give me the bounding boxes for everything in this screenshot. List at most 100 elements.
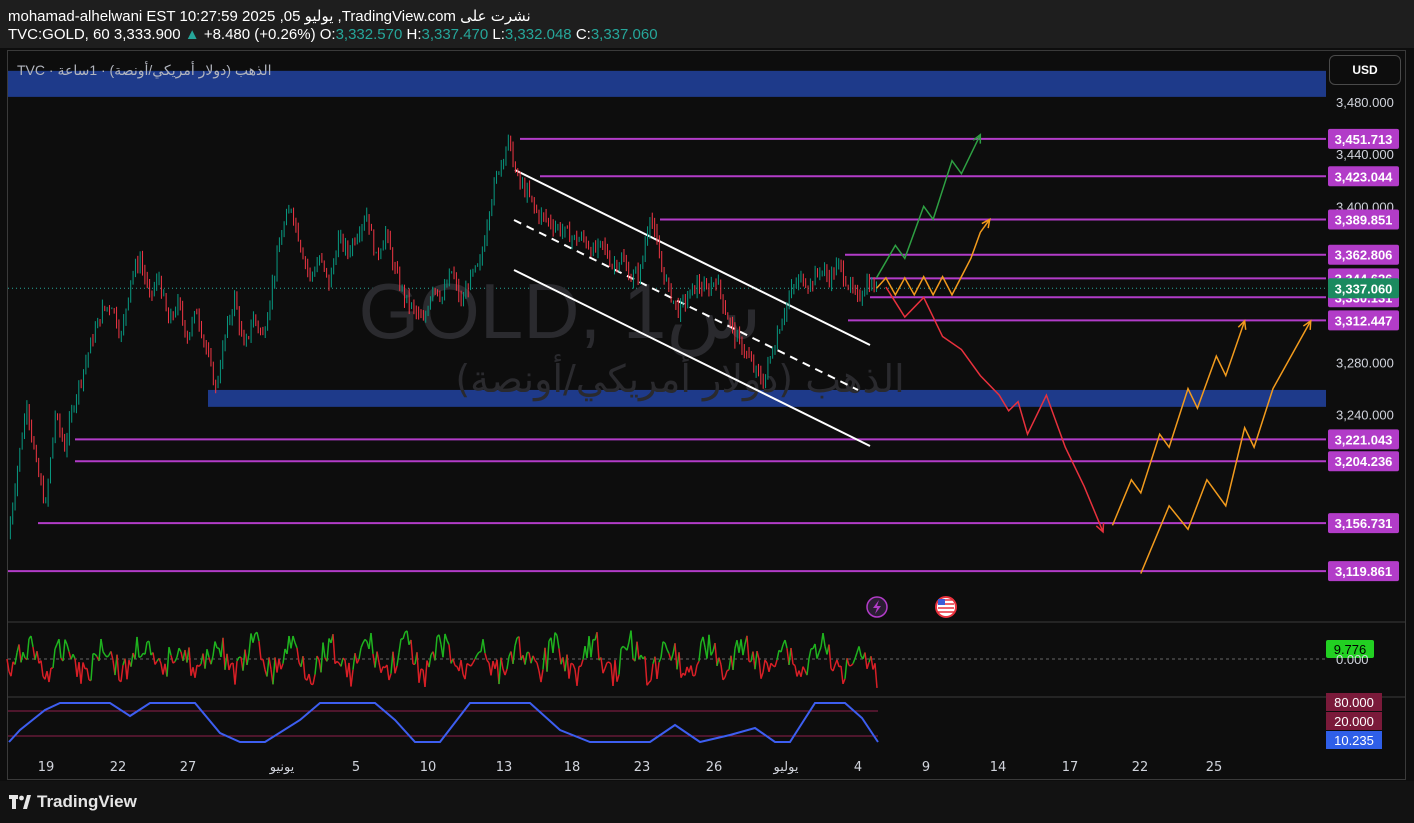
oscillator-segment bbox=[832, 664, 836, 672]
oscillator-segment bbox=[212, 641, 216, 657]
oscillator-segment bbox=[852, 658, 856, 664]
oscillator-segment bbox=[312, 674, 316, 685]
oscillator-segment bbox=[556, 635, 560, 649]
oscillator-segment bbox=[62, 639, 66, 662]
x-axis-tick-label: 17 bbox=[1062, 760, 1079, 775]
oscillator-segment bbox=[394, 665, 398, 674]
oscillator-segment bbox=[126, 660, 130, 680]
symbol-legend[interactable]: TVC · الذهب (دولار أمريكي/أونصة) · 1ساعة bbox=[17, 62, 272, 79]
x-axis-tick-label: يوليو bbox=[773, 760, 799, 775]
oscillator-segment bbox=[760, 672, 764, 679]
oscillator-segment bbox=[506, 656, 510, 670]
currency-button[interactable]: USD bbox=[1329, 55, 1401, 85]
oscillator-segment bbox=[444, 633, 448, 641]
oscillator-segment bbox=[256, 632, 260, 642]
price-chart[interactable]: GOLD, 1سالذهب (دولار أمريكي/أونصة) 3,480… bbox=[0, 0, 1414, 781]
oscillator-segment bbox=[742, 644, 746, 656]
oscillator-segment bbox=[72, 653, 76, 659]
oscillator-segment bbox=[452, 658, 456, 666]
projection-path-orange[interactable] bbox=[1140, 320, 1312, 574]
oscillator-segment bbox=[90, 653, 94, 681]
oscillator-segment bbox=[168, 646, 172, 656]
projection-path-red[interactable] bbox=[885, 286, 1104, 533]
oscillator-segment bbox=[222, 637, 226, 670]
lightning-icon[interactable] bbox=[866, 596, 888, 618]
us-flag-icon[interactable] bbox=[935, 596, 957, 618]
oscillator-segment bbox=[844, 658, 848, 679]
oscillator-segment bbox=[26, 638, 30, 660]
oscillator-segment bbox=[724, 670, 728, 678]
oscillator-segment bbox=[514, 637, 518, 646]
projection-path-orange[interactable] bbox=[875, 218, 991, 297]
x-axis-tick-label: 27 bbox=[180, 760, 197, 775]
oscillator-segment bbox=[358, 647, 362, 660]
oscillator-segment bbox=[534, 659, 538, 664]
oscillator-segment bbox=[446, 640, 450, 645]
oscillator-segment bbox=[658, 657, 662, 663]
oscillator-segment bbox=[512, 645, 516, 664]
oscillator-segment bbox=[474, 654, 478, 660]
oscillator-segment bbox=[20, 652, 24, 663]
oscillator-segment bbox=[136, 636, 140, 658]
oscillator-segment bbox=[770, 662, 774, 667]
oscillator-segment bbox=[354, 653, 358, 664]
projection-path-green[interactable] bbox=[875, 134, 981, 279]
level-price-tag: 3,204.236 bbox=[1335, 454, 1393, 469]
oscillator-segment bbox=[644, 656, 648, 686]
oscillator-segment bbox=[504, 668, 508, 676]
level-price-tag: 3,156.731 bbox=[1335, 516, 1393, 531]
oscillator-segment bbox=[840, 665, 844, 684]
oscillator-segment bbox=[6, 658, 10, 672]
oscillator-segment bbox=[518, 636, 522, 661]
x-axis-tick-label: 5 bbox=[352, 760, 360, 775]
oscillator-segment bbox=[120, 665, 124, 682]
oscillator-segment bbox=[874, 663, 878, 688]
oscillator-segment bbox=[424, 660, 428, 687]
oscillator-segment bbox=[66, 644, 70, 652]
oscillator-segment bbox=[14, 652, 18, 665]
oscillator-segment bbox=[258, 641, 262, 660]
oscillator-segment bbox=[850, 663, 854, 667]
oscillator-segment bbox=[756, 650, 760, 660]
x-axis-tick-label: 22 bbox=[110, 760, 127, 775]
oscillator-segment bbox=[774, 659, 778, 668]
oscillator-segment bbox=[784, 639, 788, 649]
oscillator-segment bbox=[708, 634, 712, 656]
oscillator-segment bbox=[360, 642, 364, 649]
oscillator-segment bbox=[86, 668, 90, 681]
oscillator-segment bbox=[828, 644, 832, 669]
oscillator-segment bbox=[780, 644, 784, 653]
oscillator-segment bbox=[322, 642, 326, 658]
oscillator-segment bbox=[130, 652, 134, 667]
oscillator-segment bbox=[380, 666, 384, 674]
oscillator-segment bbox=[174, 656, 178, 662]
oscillator-segment bbox=[292, 635, 296, 643]
oscillator-segment bbox=[596, 632, 600, 661]
oscillator-segment bbox=[566, 654, 570, 679]
oscillator-segment bbox=[842, 678, 846, 685]
oscillator-segment bbox=[204, 649, 208, 669]
oscillator-segment bbox=[58, 639, 62, 659]
current-price-tag: 3,337.060 bbox=[1335, 281, 1393, 296]
oscillator-segment bbox=[280, 663, 284, 670]
oscillator-segment bbox=[320, 642, 324, 673]
oscillator-segment bbox=[398, 638, 402, 653]
oscillator-segment bbox=[154, 660, 158, 665]
x-axis-tick-label: يونيو bbox=[269, 760, 295, 775]
projection-path-orange[interactable] bbox=[1111, 320, 1246, 526]
oscillator-segment bbox=[558, 648, 562, 665]
oscillator-segment bbox=[746, 635, 750, 662]
oscillator-segment bbox=[406, 630, 410, 645]
oscillator-segment bbox=[814, 643, 818, 659]
oscillator-segment bbox=[802, 666, 806, 671]
oscillator-segment bbox=[140, 652, 144, 658]
oscillator-segment bbox=[666, 649, 670, 654]
x-axis-tick-label: 18 bbox=[564, 760, 581, 775]
oscillator-segment bbox=[540, 669, 544, 683]
oscillator-segment bbox=[690, 665, 694, 677]
level-price-tag: 3,221.043 bbox=[1335, 432, 1393, 447]
tradingview-brand[interactable]: TradingView bbox=[9, 792, 137, 812]
oscillator-segment bbox=[816, 652, 820, 659]
oscillator-segment bbox=[278, 659, 282, 670]
oscillator-segment bbox=[410, 639, 414, 665]
